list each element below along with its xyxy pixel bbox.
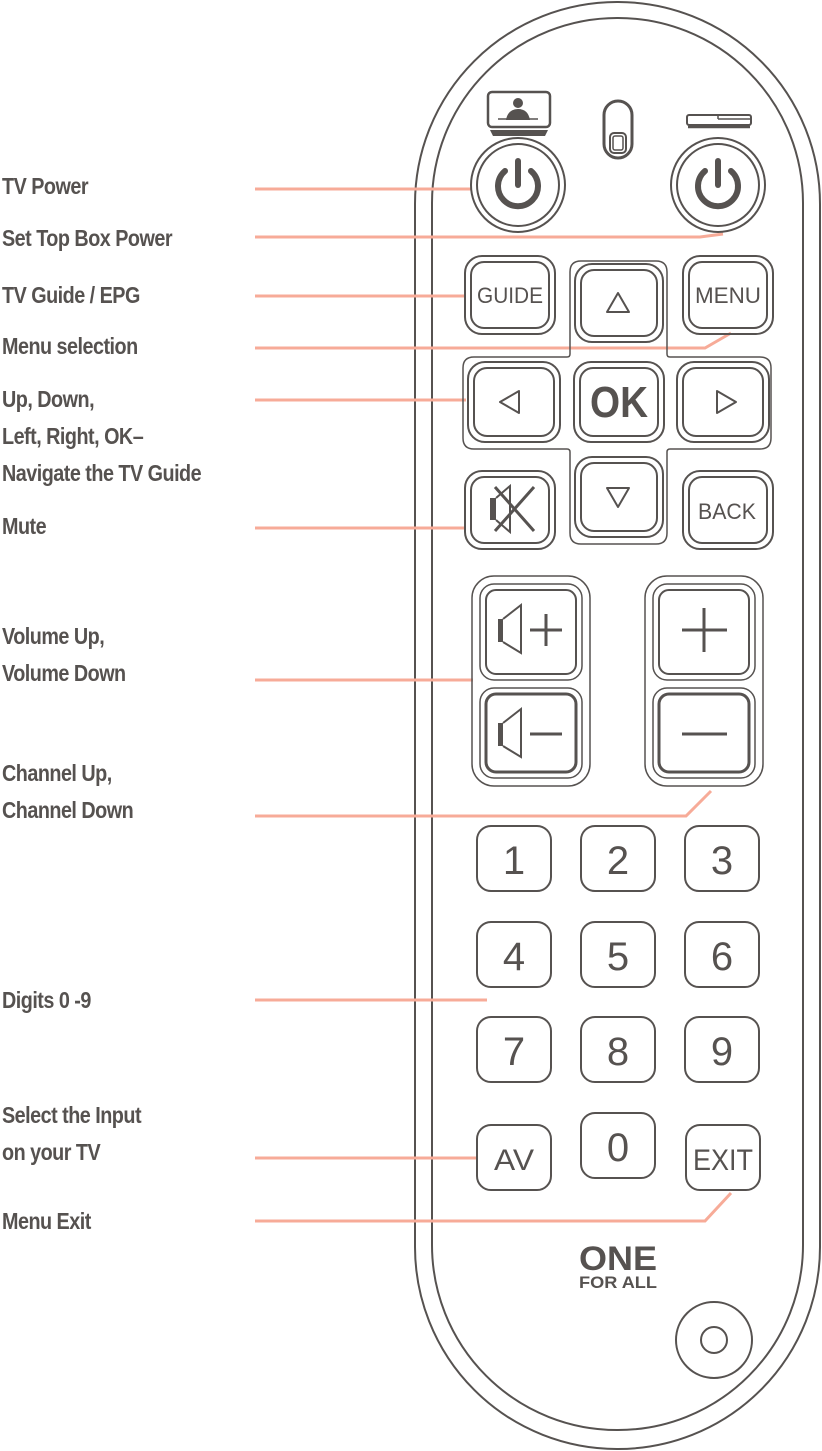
- slide-switch-icon[interactable]: [602, 99, 634, 160]
- digit-labels: 1 2 3 4 5 6 7 8 9 0: [503, 839, 733, 1170]
- channel-up-button[interactable]: [652, 583, 756, 681]
- triangle-down-icon: [606, 487, 630, 508]
- digit-9-label: 9: [711, 1030, 733, 1074]
- digit-1-label: 1: [503, 839, 525, 883]
- tv-icon: [486, 90, 552, 136]
- digit-6-label: 6: [711, 935, 733, 979]
- tv-power-button[interactable]: [470, 137, 566, 233]
- digit-0-label: 0: [607, 1126, 629, 1170]
- volume-down-icon: [498, 706, 562, 759]
- triangle-right-icon: [716, 390, 737, 414]
- leader-exit: [255, 1191, 733, 1223]
- volume-down-button[interactable]: [479, 687, 583, 779]
- remote-body-outer: [414, 1, 821, 1450]
- volume-rocker: [471, 575, 591, 787]
- back-label: BACK: [698, 499, 756, 524]
- power-icon: [495, 158, 541, 210]
- digit-7-label: 7: [503, 1030, 525, 1074]
- set-top-box-icon: [686, 114, 752, 129]
- volume-up-icon: [498, 602, 562, 655]
- volume-up-button[interactable]: [479, 583, 583, 681]
- ok-label: OK: [590, 378, 648, 427]
- digit-4-label: 4: [503, 935, 525, 979]
- plus-icon: [682, 608, 727, 652]
- guide-label: GUIDE: [477, 283, 543, 308]
- leader-channel: [255, 789, 713, 818]
- triangle-left-icon: [499, 390, 520, 414]
- leader-stb-power: [255, 232, 724, 239]
- remote-diagram: GUIDE MENU OK BACK 1 2 3 4 5 6 7 8 9 0 A…: [255, 1, 821, 1450]
- stb-power-button[interactable]: [670, 137, 766, 233]
- exit-label: EXIT: [693, 1144, 753, 1177]
- brand-line2: FOR ALL: [579, 1273, 657, 1292]
- left-button[interactable]: [467, 361, 561, 443]
- right-button[interactable]: [676, 361, 770, 443]
- av-label: AV: [494, 1144, 534, 1177]
- up-button[interactable]: [574, 263, 664, 343]
- brand-logo: ONE FOR ALL: [579, 1240, 657, 1292]
- power-icon: [695, 158, 741, 210]
- remote-body-inner: [431, 17, 804, 1431]
- round-button-icon[interactable]: [675, 1301, 753, 1379]
- digit-8-label: 8: [607, 1030, 629, 1074]
- digit-5-label: 5: [607, 935, 629, 979]
- down-button[interactable]: [574, 456, 664, 538]
- channel-down-button[interactable]: [652, 687, 756, 779]
- mute-button[interactable]: [464, 470, 556, 550]
- digit-2-label: 2: [607, 839, 629, 883]
- digit-3-label: 3: [711, 839, 733, 883]
- menu-label: MENU: [695, 283, 761, 308]
- triangle-up-icon: [606, 292, 630, 313]
- mute-icon: [490, 483, 536, 535]
- channel-rocker: [644, 575, 764, 787]
